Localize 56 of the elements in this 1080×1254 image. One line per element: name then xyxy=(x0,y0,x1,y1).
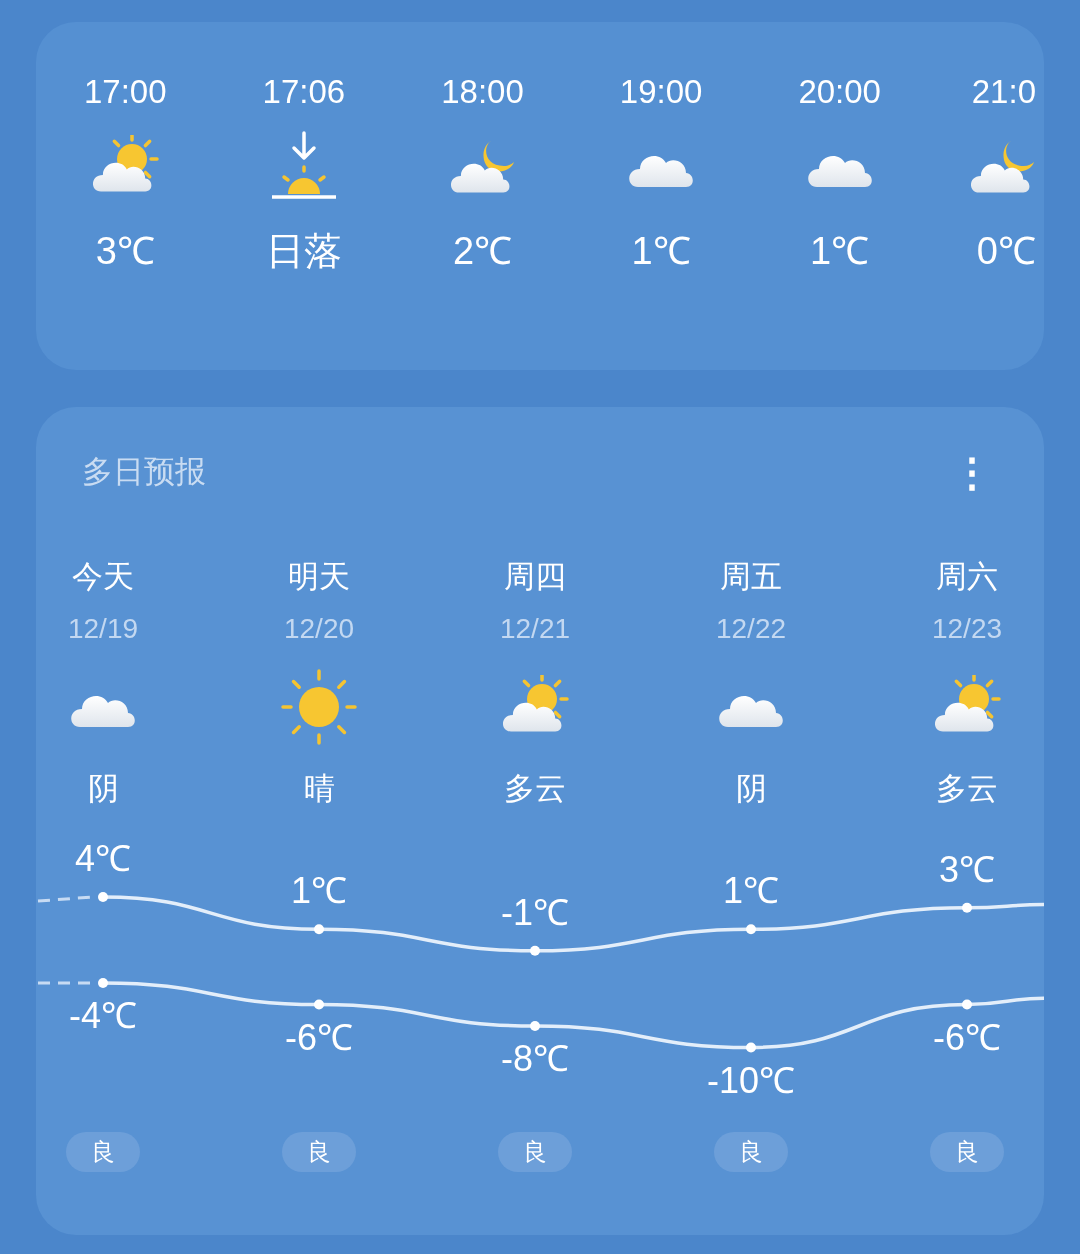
day-label: 周五 xyxy=(720,558,782,596)
high-temperature: 1℃ xyxy=(290,871,348,912)
day-label: 明天 xyxy=(288,558,350,596)
temperature-point xyxy=(314,999,324,1010)
dashed-line xyxy=(38,981,93,985)
high-temperature: 3℃ xyxy=(938,849,996,890)
hour-temperature: 0℃ xyxy=(976,229,1036,274)
hour-time: 20:00 xyxy=(798,72,881,112)
temperature-point xyxy=(746,1042,756,1053)
weather-condition: 多云 xyxy=(936,770,998,808)
low-temperature: -4℃ xyxy=(68,996,138,1036)
air-quality-badge: 良 xyxy=(66,1132,140,1172)
sun-icon xyxy=(281,669,357,745)
hour-time: 17:00 xyxy=(84,72,167,112)
forecast-title: 多日预报 xyxy=(82,453,206,491)
hour-temperature: 1℃ xyxy=(810,229,870,274)
hour-time: 21:0 xyxy=(971,72,1036,112)
more-options-button[interactable]: ⋮ xyxy=(952,452,992,492)
temperature-point xyxy=(530,1021,540,1031)
day-label: 今天 xyxy=(72,558,134,596)
hour-temperature: 2℃ xyxy=(452,229,513,274)
temperature-point xyxy=(98,978,108,988)
day-date: 12/20 xyxy=(283,612,355,646)
day-label: 周六 xyxy=(936,558,998,596)
low-temperature: -8℃ xyxy=(500,1039,570,1079)
day-date: 12/21 xyxy=(499,612,571,646)
hour-temperature: 3℃ xyxy=(95,229,155,274)
temperature-point xyxy=(962,902,972,913)
air-quality-badge: 良 xyxy=(498,1132,572,1172)
weather-condition: 晴 xyxy=(303,770,335,808)
air-quality-badge: 良 xyxy=(714,1132,788,1172)
weather-condition: 阴 xyxy=(87,770,119,808)
hour-temperature: 1℃ xyxy=(631,229,691,274)
temperature-point xyxy=(746,924,756,935)
sunset-label: 日落 xyxy=(265,229,342,274)
weather-condition: 阴 xyxy=(735,770,767,808)
air-quality-badge: 良 xyxy=(282,1132,356,1172)
temperature-point xyxy=(530,945,540,956)
day-date: 12/22 xyxy=(715,612,787,646)
low-temperature: -10℃ xyxy=(706,1060,796,1101)
weather-condition: 多云 xyxy=(504,770,566,808)
high-temperature: 1℃ xyxy=(722,871,780,912)
day-date: 12/19 xyxy=(67,612,139,646)
temperature-point xyxy=(98,892,108,902)
day-label: 周四 xyxy=(504,558,566,596)
day-date: 12/23 xyxy=(931,612,1003,646)
temperature-point xyxy=(962,999,972,1010)
hour-time: 19:00 xyxy=(619,72,703,112)
high-temperature: -1℃ xyxy=(500,892,570,933)
hour-time: 17:06 xyxy=(262,72,346,112)
high-temperature: 4℃ xyxy=(74,839,132,879)
air-quality-badge: 良 xyxy=(930,1132,1004,1172)
hour-time: 18:00 xyxy=(441,72,524,112)
low-temperature: -6℃ xyxy=(932,1017,1002,1058)
low-temperature: -6℃ xyxy=(284,1017,354,1058)
temperature-point xyxy=(314,924,324,935)
